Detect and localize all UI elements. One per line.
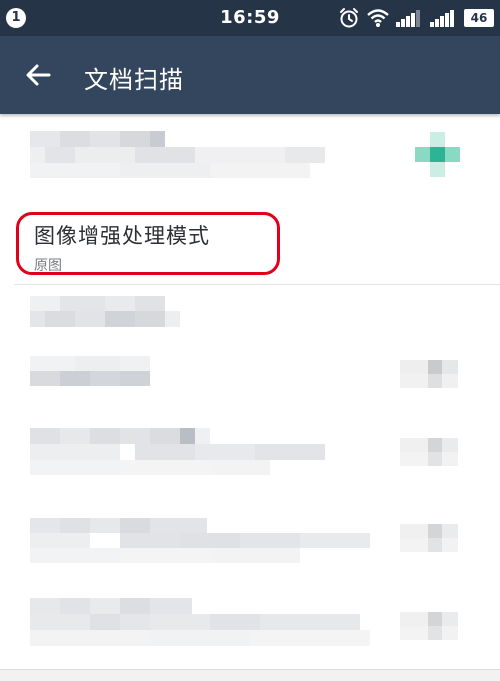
redacted-text — [30, 428, 210, 444]
settings-row-redacted[interactable] — [0, 510, 500, 584]
arrow-back-icon — [26, 64, 51, 86]
enhance-mode-setting[interactable]: 图像增强处理模式 原图 — [0, 220, 500, 284]
redacted-text — [30, 296, 165, 311]
redacted-text — [30, 311, 180, 327]
redacted-text — [30, 444, 325, 460]
redacted-text — [30, 548, 300, 563]
bottom-bar — [0, 669, 500, 681]
signal-4g-icon — [430, 10, 454, 27]
settings-row-redacted[interactable] — [0, 590, 500, 668]
redacted-text — [30, 147, 325, 163]
app-bar: 文档扫描 — [0, 36, 500, 114]
redacted-text — [30, 371, 150, 386]
redacted-text — [30, 614, 360, 630]
toggle-icon[interactable] — [415, 132, 460, 177]
enhance-mode-title: 图像增强处理模式 — [34, 224, 210, 248]
redacted-text — [30, 163, 310, 178]
redacted-text — [30, 518, 207, 533]
redacted-text — [30, 131, 165, 147]
enhance-mode-value: 原图 — [34, 258, 62, 274]
redacted-icon — [400, 524, 458, 552]
status-bar: 1 16:59 46 — [0, 0, 500, 36]
wifi-icon — [367, 9, 389, 27]
redacted-text — [30, 460, 270, 475]
redacted-icon — [400, 360, 458, 388]
page-title: 文档扫描 — [84, 66, 184, 94]
settings-row-redacted[interactable] — [0, 344, 500, 404]
redacted-text — [30, 356, 150, 371]
redacted-text — [30, 630, 370, 646]
settings-row-redacted[interactable] — [0, 114, 500, 210]
divider — [14, 284, 500, 285]
redacted-text — [30, 598, 192, 614]
status-icons: 46 — [338, 6, 494, 30]
signal-2g-icon — [396, 10, 420, 27]
redacted-text — [30, 533, 370, 548]
back-button[interactable] — [18, 58, 58, 92]
redacted-icon — [400, 438, 458, 466]
alarm-icon — [340, 8, 358, 28]
settings-row-redacted[interactable] — [0, 286, 500, 336]
settings-list: 图像增强处理模式 原图 — [0, 114, 500, 681]
redacted-icon — [400, 612, 458, 640]
battery-icon: 46 — [464, 9, 494, 27]
settings-row-redacted[interactable] — [0, 420, 500, 498]
